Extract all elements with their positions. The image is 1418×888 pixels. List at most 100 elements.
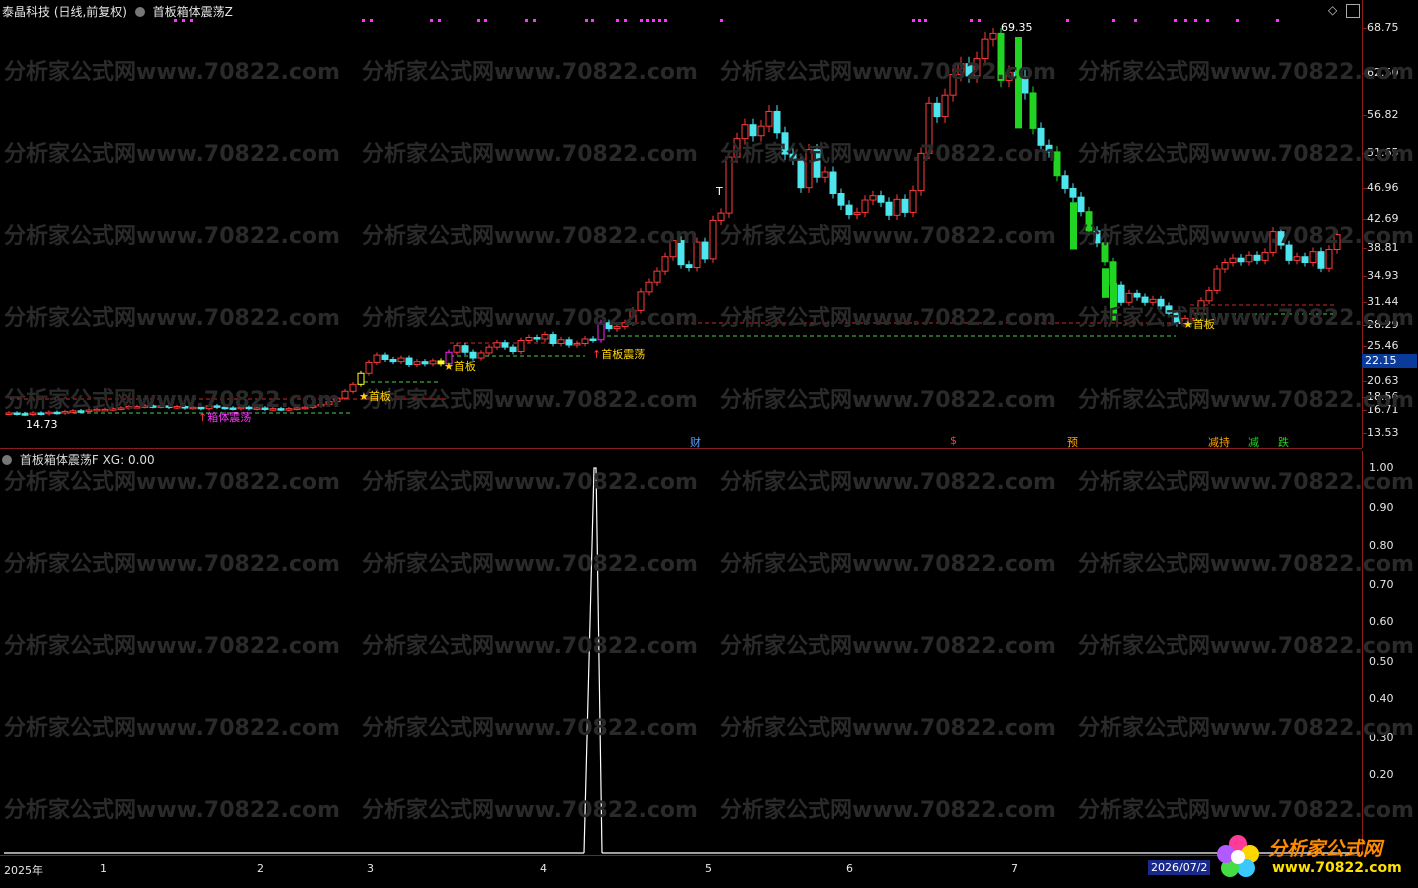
candle-body[interactable] <box>733 138 741 158</box>
event-fall[interactable]: 跌 <box>1278 434 1289 450</box>
candle-body[interactable] <box>997 32 1005 81</box>
candle-body[interactable] <box>61 411 69 414</box>
candle-body[interactable] <box>21 413 29 416</box>
candle-body[interactable] <box>1261 251 1269 261</box>
candle-body[interactable] <box>461 345 469 353</box>
candle-body[interactable] <box>165 405 173 408</box>
candle-body[interactable] <box>1070 202 1077 250</box>
candle-body[interactable] <box>1069 187 1077 198</box>
candle-body[interactable] <box>1173 312 1181 324</box>
candle-body[interactable] <box>453 345 461 353</box>
candle-body[interactable] <box>5 412 13 415</box>
candle-body[interactable] <box>485 346 493 354</box>
candle-body[interactable] <box>1205 289 1213 302</box>
candle-body[interactable] <box>1213 268 1221 291</box>
candle-body[interactable] <box>669 240 677 258</box>
candle-body[interactable] <box>653 270 661 283</box>
candle-body[interactable] <box>1029 92 1037 129</box>
candle-body[interactable] <box>565 339 573 346</box>
candle-body[interactable] <box>661 256 669 272</box>
candle-body[interactable] <box>1165 305 1173 314</box>
candle-body[interactable] <box>1309 251 1317 264</box>
candle-body[interactable] <box>1061 175 1069 189</box>
candle-body[interactable] <box>589 338 597 342</box>
candle-body[interactable] <box>645 281 653 293</box>
candle-body[interactable] <box>133 406 141 409</box>
event-forecast[interactable]: 预 <box>1067 434 1078 450</box>
candle-body[interactable] <box>981 38 989 60</box>
candle-body[interactable] <box>1253 254 1261 261</box>
candle-body[interactable] <box>693 241 701 269</box>
candle-body[interactable] <box>373 354 381 363</box>
candle-body[interactable] <box>781 132 789 155</box>
candle-body[interactable] <box>789 153 797 160</box>
candle-body[interactable] <box>637 291 645 311</box>
candle-body[interactable] <box>1317 251 1325 269</box>
candle-body[interactable] <box>853 211 861 216</box>
candle-body[interactable] <box>501 342 509 348</box>
candle-body[interactable] <box>37 412 45 415</box>
candle-body[interactable] <box>1301 256 1309 264</box>
candle-body[interactable] <box>429 360 437 365</box>
candle-body[interactable] <box>741 124 749 140</box>
candle-body[interactable] <box>1245 254 1253 263</box>
candle-body[interactable] <box>805 149 813 189</box>
candle-body[interactable] <box>925 102 933 154</box>
candle-body[interactable] <box>557 339 565 344</box>
candle-body[interactable] <box>1269 231 1277 253</box>
candle-body[interactable] <box>1197 300 1205 314</box>
candle-body[interactable] <box>413 361 421 366</box>
candle-body[interactable] <box>357 372 365 385</box>
candle-body[interactable] <box>1077 196 1085 213</box>
candle-body[interactable] <box>709 219 717 260</box>
candle-body[interactable] <box>893 198 901 216</box>
candle-body[interactable] <box>149 405 157 408</box>
candlestick-chart[interactable] <box>0 0 1362 448</box>
candle-body[interactable] <box>189 406 197 410</box>
candle-body[interactable] <box>861 199 869 213</box>
diamond-icon[interactable]: ◇ <box>1328 3 1337 17</box>
candle-body[interactable] <box>797 158 805 189</box>
candle-body[interactable] <box>301 406 309 410</box>
candle-body[interactable] <box>1015 37 1022 129</box>
candle-body[interactable] <box>1037 127 1045 146</box>
candle-body[interactable] <box>885 201 893 216</box>
candle-body[interactable] <box>397 357 405 363</box>
candle-body[interactable] <box>29 412 37 415</box>
candle-body[interactable] <box>677 240 685 266</box>
candle-body[interactable] <box>837 193 845 206</box>
indicator-toggle-icon[interactable] <box>2 455 12 465</box>
candle-body[interactable] <box>829 171 837 195</box>
candle-body[interactable] <box>1109 261 1117 286</box>
candle-body[interactable] <box>477 352 485 359</box>
candle-body[interactable] <box>1117 284 1125 303</box>
candle-body[interactable] <box>269 408 277 411</box>
candle-body[interactable] <box>757 125 765 137</box>
candle-body[interactable] <box>901 198 909 213</box>
candle-body[interactable] <box>685 264 693 269</box>
candle-body[interactable] <box>277 408 285 411</box>
candle-body[interactable] <box>1285 244 1293 261</box>
candle-body[interactable] <box>261 407 269 410</box>
candle-body[interactable] <box>765 110 773 127</box>
candle-body[interactable] <box>349 383 357 392</box>
candle-body[interactable] <box>845 204 853 216</box>
candle-body[interactable] <box>701 241 709 260</box>
candle-body[interactable] <box>869 195 877 201</box>
candle-body[interactable] <box>621 322 629 327</box>
candle-body[interactable] <box>181 406 189 409</box>
candle-body[interactable] <box>917 152 925 192</box>
candle-body[interactable] <box>717 212 725 221</box>
candle-body[interactable] <box>541 334 549 340</box>
candle-body[interactable] <box>317 403 325 407</box>
candle-body[interactable] <box>109 408 117 411</box>
maximize-icon[interactable] <box>1346 4 1360 18</box>
candle-body[interactable] <box>549 334 557 344</box>
candle-body[interactable] <box>141 405 149 408</box>
candle-body[interactable] <box>293 407 301 410</box>
candle-body[interactable] <box>989 32 997 40</box>
candle-body[interactable] <box>493 342 501 348</box>
candle-body[interactable] <box>421 361 429 365</box>
candle-body[interactable] <box>1277 231 1285 246</box>
candle-body[interactable] <box>45 411 53 415</box>
